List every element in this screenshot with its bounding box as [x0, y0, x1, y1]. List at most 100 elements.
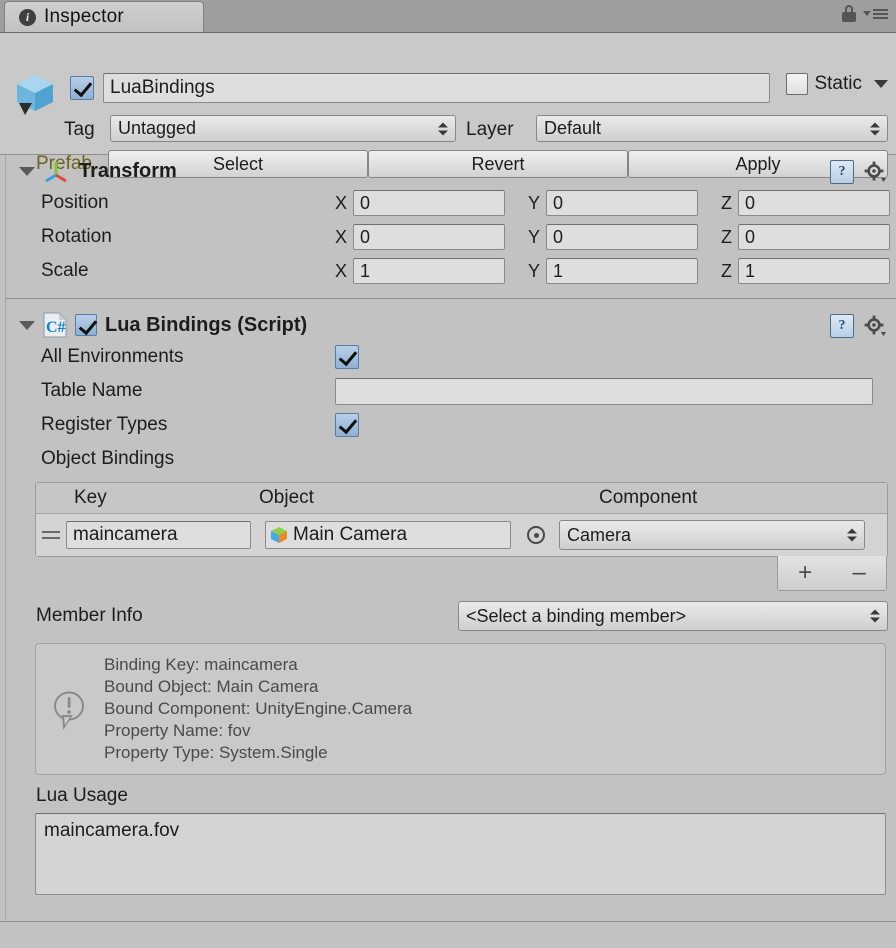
info-line-binding-key: Binding Key: maincamera — [104, 654, 412, 676]
object-bindings-table: Key Object Component maincamera — [35, 482, 888, 557]
transform-row-rotation: Rotation X 0 Y 0 Z 0 — [5, 220, 896, 254]
table-header-row: Key Object Component — [36, 483, 887, 514]
table-row: maincamera Main Camera Ca — [36, 514, 887, 556]
column-header-object: Object — [154, 487, 509, 509]
tab-tools — [842, 5, 888, 22]
add-binding-button[interactable]: + — [798, 559, 812, 587]
info-line-property-type: Property Type: System.Single — [104, 742, 412, 764]
lua-bindings-component: C# Lua Bindings (Script) ? — [5, 310, 896, 895]
position-z-input[interactable]: 0 — [738, 190, 890, 216]
gameobject-enabled-checkbox[interactable] — [70, 76, 94, 100]
help-book-icon[interactable]: ? — [830, 160, 854, 184]
register-types-row: Register Types — [5, 408, 896, 442]
script-header[interactable]: C# Lua Bindings (Script) ? — [5, 310, 896, 340]
gameobject-name-row: LuaBindings — [70, 73, 770, 103]
all-environments-row: All Environments — [5, 340, 896, 374]
register-types-label: Register Types — [5, 414, 335, 436]
section-divider — [5, 298, 896, 299]
help-book-icon[interactable]: ? — [830, 314, 854, 338]
tab-inspector-label: Inspector — [44, 6, 124, 28]
table-name-row: Table Name — [5, 374, 896, 408]
info-line-property-name: Property Name: fov — [104, 720, 412, 742]
transform-foldout-icon[interactable] — [19, 167, 35, 176]
binding-component-dropdown[interactable]: Camera — [559, 520, 865, 550]
drag-handle-icon[interactable] — [36, 531, 66, 539]
transform-component: Transform ? — [5, 156, 896, 299]
scale-z-input[interactable]: 1 — [738, 258, 890, 284]
remove-binding-button[interactable]: – — [852, 559, 865, 587]
rotation-z-input[interactable]: 0 — [738, 224, 890, 250]
transform-header-icons: ? — [830, 160, 886, 184]
table-name-label: Table Name — [5, 380, 335, 402]
info-bubble-icon — [48, 688, 90, 730]
axis-y-label: Y — [528, 227, 540, 248]
tag-dropdown[interactable]: Untagged — [110, 115, 456, 142]
all-environments-label: All Environments — [5, 346, 335, 368]
script-enabled-checkbox[interactable] — [75, 314, 97, 336]
lock-icon[interactable] — [842, 5, 856, 22]
rotation-x-input[interactable]: 0 — [353, 224, 505, 250]
binding-object-field[interactable]: Main Camera — [265, 521, 511, 549]
prefab-cube-icon — [269, 525, 289, 545]
transform-header[interactable]: Transform ? — [5, 156, 896, 186]
script-header-icons: ? — [830, 314, 886, 338]
member-info-label: Member Info — [36, 605, 143, 627]
chevron-updown-icon — [847, 529, 857, 542]
table-name-input[interactable] — [335, 378, 873, 405]
column-header-key: Key — [36, 487, 154, 509]
chevron-updown-icon — [438, 122, 448, 135]
axis-x-label: X — [335, 261, 347, 282]
lua-usage-label: Lua Usage — [36, 785, 128, 806]
member-selector-value: <Select a binding member> — [466, 606, 686, 627]
script-foldout-icon[interactable] — [19, 321, 35, 330]
table-add-remove-controls: + – — [777, 556, 887, 591]
position-x-input[interactable]: 0 — [353, 190, 505, 216]
member-selector-dropdown[interactable]: <Select a binding member> — [458, 601, 888, 631]
inspector-body: LuaBindings Static Tag Untagged Layer De… — [0, 32, 896, 948]
scale-y-input[interactable]: 1 — [546, 258, 698, 284]
position-y-input[interactable]: 0 — [546, 190, 698, 216]
axis-z-label: Z — [721, 193, 732, 214]
scale-label: Scale — [5, 260, 335, 282]
axis-z-label: Z — [721, 261, 732, 282]
static-toggle-group: Static — [786, 73, 888, 95]
gear-icon[interactable] — [864, 315, 886, 337]
binding-key-input[interactable]: maincamera — [66, 521, 251, 549]
tag-layer-row: Tag Untagged Layer Default — [0, 115, 896, 143]
static-label: Static — [814, 73, 862, 95]
chevron-updown-icon — [870, 610, 880, 623]
gameobject-name-input[interactable]: LuaBindings — [103, 73, 770, 103]
axis-z-label: Z — [721, 227, 732, 248]
info-line-bound-object: Bound Object: Main Camera — [104, 676, 412, 698]
object-picker-icon[interactable] — [527, 526, 545, 544]
axis-y-label: Y — [528, 261, 540, 282]
register-types-checkbox[interactable] — [335, 413, 359, 437]
all-environments-checkbox[interactable] — [335, 345, 359, 369]
rotation-y-input[interactable]: 0 — [546, 224, 698, 250]
object-bindings-label: Object Bindings — [5, 448, 335, 470]
transform-row-scale: Scale X 1 Y 1 Z 1 — [5, 254, 896, 288]
info-icon: i — [19, 9, 36, 26]
member-info-box: Binding Key: maincamera Bound Object: Ma… — [35, 643, 886, 775]
script-title: Lua Bindings (Script) — [105, 314, 307, 337]
member-info-lines: Binding Key: maincamera Bound Object: Ma… — [104, 654, 412, 764]
object-bindings-row: Object Bindings — [5, 442, 896, 476]
rotation-label: Rotation — [5, 226, 335, 248]
lua-usage-textarea[interactable]: maincamera.fov — [35, 813, 886, 895]
tab-bar: i Inspector — [0, 0, 896, 32]
gear-icon[interactable] — [864, 161, 886, 183]
info-line-bound-component: Bound Component: UnityEngine.Camera — [104, 698, 412, 720]
static-dropdown-arrow-icon[interactable] — [874, 80, 888, 88]
layer-dropdown[interactable]: Default — [536, 115, 888, 142]
layer-value: Default — [544, 118, 601, 139]
static-checkbox[interactable] — [786, 73, 808, 95]
hamburger-menu-icon[interactable] — [863, 9, 888, 19]
member-info-row: Member Info <Select a binding member> — [5, 601, 896, 635]
tab-inspector[interactable]: i Inspector — [4, 1, 204, 32]
gameobject-header: LuaBindings Static Tag Untagged Layer De… — [0, 33, 896, 155]
scale-x-input[interactable]: 1 — [353, 258, 505, 284]
column-header-component: Component — [509, 487, 697, 509]
svg-text:C#: C# — [46, 319, 66, 336]
binding-component-value: Camera — [567, 525, 631, 546]
axis-x-label: X — [335, 193, 347, 214]
